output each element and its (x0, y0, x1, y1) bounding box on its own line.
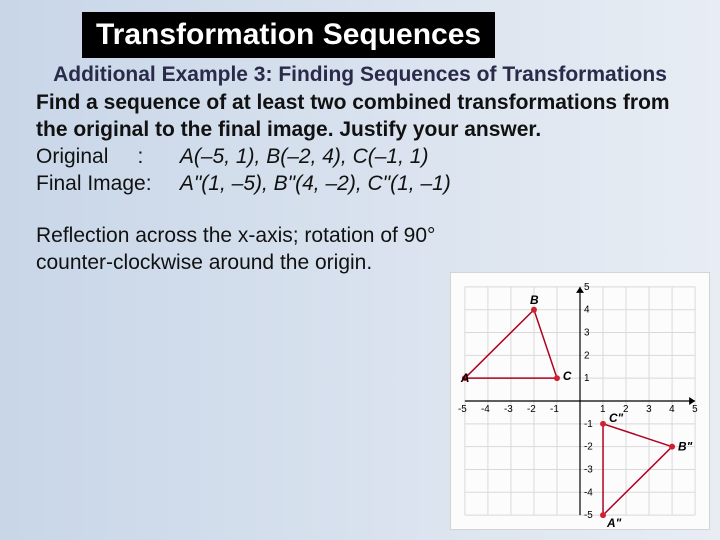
svg-text:5: 5 (692, 404, 698, 415)
svg-text:-1: -1 (584, 419, 593, 430)
final-coords-line: Final Image: A"(1, –5), B"(4, –2), C"(1,… (36, 170, 684, 197)
svg-text:2: 2 (584, 350, 590, 361)
svg-text:3: 3 (646, 404, 652, 415)
svg-text:-3: -3 (584, 464, 593, 475)
content-area: Additional Example 3: Finding Sequences … (0, 58, 720, 277)
svg-text:-3: -3 (504, 404, 513, 415)
chart-svg: -5 -4 -3 -2 -1 1 2 3 4 5 -5 -4 -3 -2 -1 1 2 3 4 5 A B C A" B" C" (451, 273, 709, 529)
svg-text:-5: -5 (584, 510, 593, 521)
svg-text:4: 4 (584, 305, 590, 316)
svg-text:-5: -5 (458, 404, 467, 415)
svg-text:5: 5 (584, 282, 590, 293)
final-label: Final Image: (36, 170, 174, 197)
svg-text:-1: -1 (550, 404, 559, 415)
answer-text: Reflection across the x-axis; rotation o… (36, 223, 436, 277)
svg-text:A: A (460, 371, 470, 385)
svg-text:-4: -4 (481, 404, 490, 415)
svg-text:2: 2 (623, 404, 629, 415)
original-label: Original : (36, 143, 174, 170)
svg-text:1: 1 (600, 404, 606, 415)
svg-text:C": C" (609, 411, 624, 425)
svg-text:C: C (563, 369, 572, 383)
svg-text:-4: -4 (584, 487, 593, 498)
svg-text:B": B" (678, 440, 693, 454)
original-coords-line: Original : A(–5, 1), B(–2, 4), C(–1, 1) (36, 143, 684, 170)
svg-text:1: 1 (584, 373, 590, 384)
svg-text:3: 3 (584, 328, 590, 339)
final-coords: A"(1, –5), B"(4, –2), C"(1, –1) (180, 172, 451, 195)
problem-statement: Find a sequence of at least two combined… (36, 90, 684, 143)
page-title: Transformation Sequences (82, 12, 495, 58)
svg-text:B: B (530, 293, 539, 307)
svg-text:-2: -2 (584, 442, 593, 453)
example-subtitle: Additional Example 3: Finding Sequences … (36, 62, 684, 88)
svg-text:A": A" (606, 516, 622, 529)
svg-text:4: 4 (669, 404, 675, 415)
original-coords: A(–5, 1), B(–2, 4), C(–1, 1) (180, 145, 429, 168)
svg-text:-2: -2 (527, 404, 536, 415)
coordinate-chart: -5 -4 -3 -2 -1 1 2 3 4 5 -5 -4 -3 -2 -1 1 2 3 4 5 A B C A" B" C" (450, 272, 710, 530)
